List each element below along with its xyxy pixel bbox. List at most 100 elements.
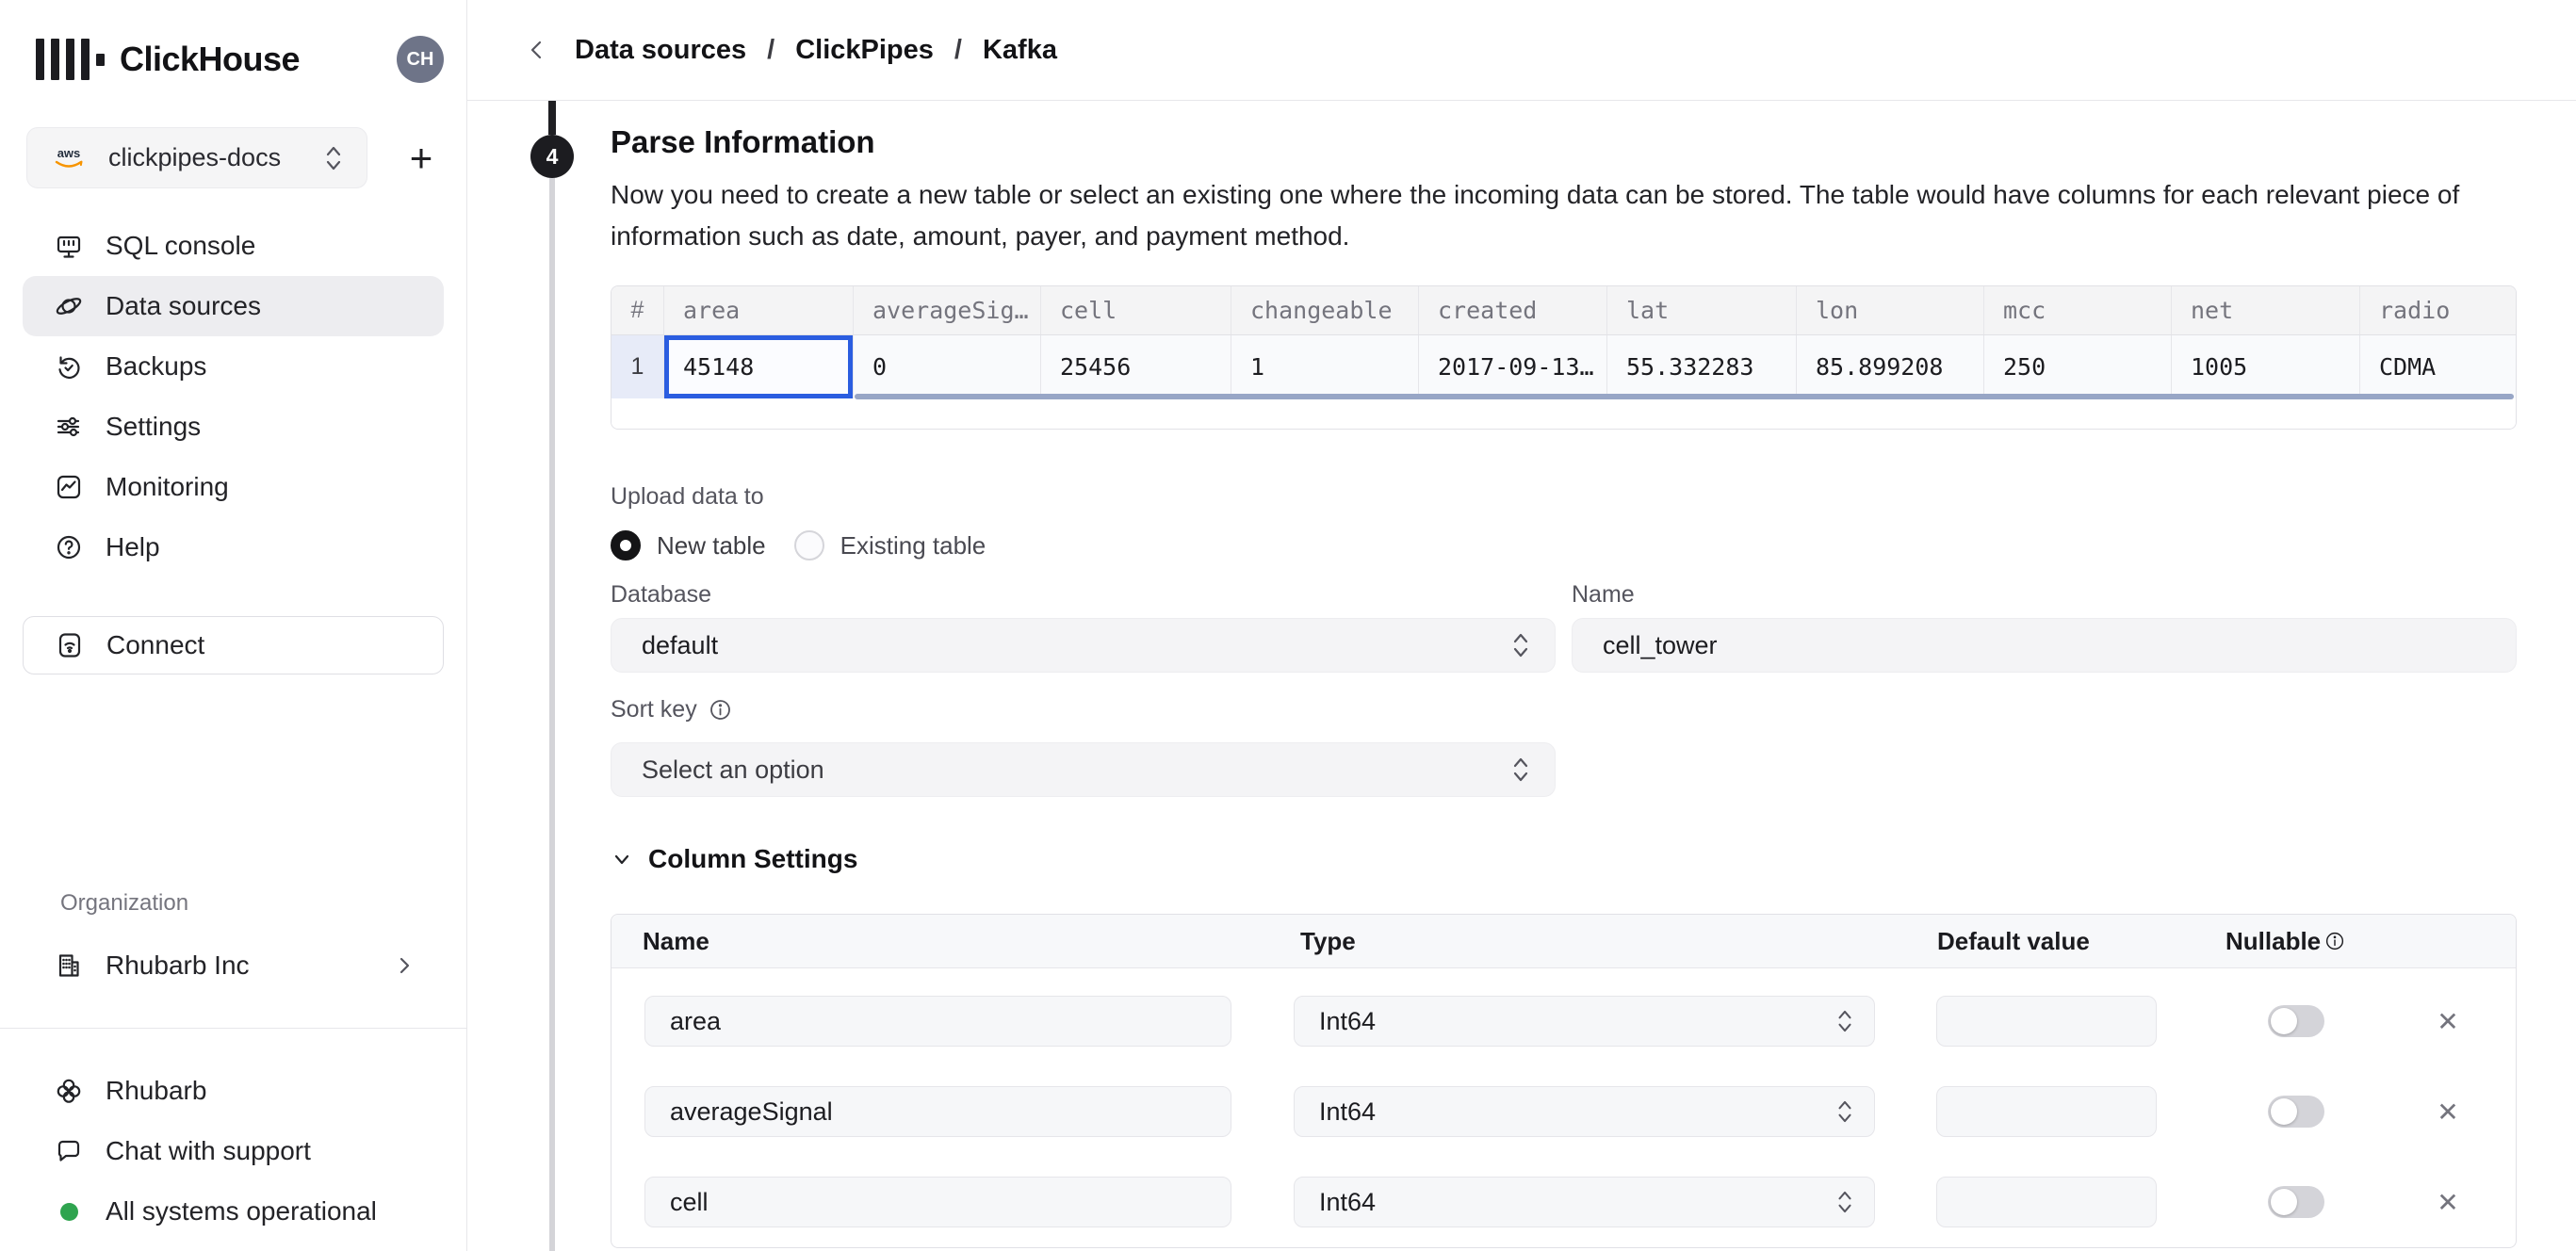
organization-switcher[interactable]: Rhubarb Inc	[23, 937, 444, 994]
preview-cell[interactable]: 85.899208	[1797, 335, 1984, 398]
default-value-input[interactable]	[1936, 1177, 2157, 1227]
back-button[interactable]	[524, 37, 550, 63]
stepper-rail-top	[548, 101, 556, 135]
column-type-select[interactable]: Int64	[1294, 1086, 1875, 1137]
sidebar-nav: SQL console Data sources Backups	[0, 216, 466, 577]
footer-item-label: Rhubarb	[106, 1076, 206, 1106]
preview-cell[interactable]: 1005	[2172, 335, 2360, 398]
column-name-input[interactable]	[644, 1086, 1231, 1137]
preview-header-cell: radio	[2360, 286, 2516, 334]
sidebar-item-settings[interactable]: Settings	[23, 397, 444, 457]
footer-item-label: All systems operational	[106, 1196, 377, 1227]
flower-icon	[54, 1076, 84, 1106]
sidebar-footer: Rhubarb Chat with support All systems op…	[0, 1061, 466, 1242]
monitoring-chart-icon	[54, 472, 84, 502]
sidebar-item-sql-console[interactable]: SQL console	[23, 216, 444, 276]
sidebar-item-label: Monitoring	[106, 472, 229, 502]
nullable-toggle-off[interactable]	[2268, 1005, 2324, 1037]
chevron-updown-icon	[1834, 1098, 1855, 1125]
radio-unselected-icon	[794, 530, 824, 561]
service-selector[interactable]: aws clickpipes-docs	[26, 127, 367, 188]
column-settings-toggle[interactable]: Column Settings	[611, 840, 2516, 878]
column-name-input[interactable]	[644, 1177, 1231, 1227]
column-row-area: Int64 ✕	[611, 976, 2516, 1066]
sidebar-item-data-sources[interactable]: Data sources	[23, 276, 444, 336]
footer-item-label: Chat with support	[106, 1136, 311, 1166]
sidebar-item-label: Backups	[106, 351, 206, 382]
sidebar-item-backups[interactable]: Backups	[23, 336, 444, 397]
default-value-input[interactable]	[1936, 1086, 2157, 1137]
sort-key-select[interactable]: Select an option	[611, 742, 1556, 797]
chevron-updown-icon	[321, 144, 346, 172]
radio-new-table[interactable]: New table	[611, 530, 766, 561]
add-service-button[interactable]: +	[399, 136, 444, 181]
preview-cell[interactable]: 1	[1231, 335, 1419, 398]
info-icon[interactable]	[709, 698, 732, 722]
header-name: Name	[611, 927, 1261, 956]
clickhouse-logo-icon	[36, 39, 105, 80]
service-row: aws clickpipes-docs +	[26, 127, 444, 188]
header-default-value: Default value	[1922, 927, 2205, 956]
footer-item-rhubarb[interactable]: Rhubarb	[23, 1061, 444, 1121]
db-name-fields: default	[611, 618, 2517, 673]
preview-cell[interactable]: 0	[854, 335, 1041, 398]
breadcrumb-kafka[interactable]: Kafka	[983, 35, 1057, 66]
column-name-input[interactable]	[644, 996, 1231, 1047]
breadcrumb-clickpipes[interactable]: ClickPipes	[795, 35, 934, 66]
column-settings-rows: Int64 ✕ Int64	[611, 968, 2516, 1247]
preview-cell[interactable]: 55.332283	[1607, 335, 1797, 398]
radio-label: Existing table	[840, 531, 986, 561]
stepper-rail-bottom	[549, 178, 555, 1251]
breadcrumb-data-sources[interactable]: Data sources	[575, 35, 746, 66]
footer-item-system-status[interactable]: All systems operational	[23, 1181, 444, 1242]
sidebar: ClickHouse CH aws clickpipes-docs +	[0, 0, 467, 1251]
radio-existing-table[interactable]: Existing table	[794, 530, 986, 561]
sidebar-item-label: Data sources	[106, 291, 261, 321]
help-icon	[54, 532, 84, 562]
preview-cell-area-selected[interactable]: 45148	[664, 335, 854, 398]
upload-target-radio-group: New table Existing table	[611, 529, 2516, 561]
remove-column-button[interactable]: ✕	[2429, 1187, 2467, 1218]
settings-sliders-icon	[54, 412, 84, 442]
preview-cell[interactable]: 2017-09-13…	[1419, 335, 1607, 398]
info-icon[interactable]	[2324, 931, 2345, 951]
database-select[interactable]: default	[611, 618, 1556, 673]
remove-column-button[interactable]: ✕	[2429, 1006, 2467, 1037]
nullable-toggle-off[interactable]	[2268, 1096, 2324, 1128]
column-type-select[interactable]: Int64	[1294, 996, 1875, 1047]
connect-button[interactable]: Connect	[23, 616, 444, 674]
data-preview-table: # area averageSig… cell changeable creat…	[611, 285, 2517, 430]
default-value-input[interactable]	[1936, 996, 2157, 1047]
preview-table-empty-area	[611, 398, 2516, 429]
preview-cell[interactable]: 25456	[1041, 335, 1231, 398]
user-avatar[interactable]: CH	[397, 36, 444, 83]
column-settings-header: Name Type Default value Nullable	[611, 915, 2516, 968]
preview-cell[interactable]: 250	[1984, 335, 2172, 398]
footer-item-chat-support[interactable]: Chat with support	[23, 1121, 444, 1181]
nullable-toggle-off[interactable]	[2268, 1186, 2324, 1218]
remove-column-button[interactable]: ✕	[2429, 1097, 2467, 1128]
sort-key-label-row: Sort key	[611, 695, 2516, 723]
sidebar-item-help[interactable]: Help	[23, 517, 444, 577]
column-type-select[interactable]: Int64	[1294, 1177, 1875, 1227]
column-type-value: Int64	[1319, 1007, 1376, 1036]
toggle-knob	[2271, 1008, 2297, 1034]
column-type-value: Int64	[1319, 1097, 1376, 1127]
sql-console-icon	[54, 231, 84, 261]
chevron-down-icon	[611, 848, 633, 870]
step-title: Parse Information	[611, 123, 2516, 161]
preview-cell[interactable]: CDMA	[2360, 335, 2516, 398]
sidebar-item-monitoring[interactable]: Monitoring	[23, 457, 444, 517]
sidebar-divider	[0, 1028, 466, 1029]
breadcrumb-separator: /	[767, 35, 774, 66]
table-name-input[interactable]	[1572, 618, 2517, 673]
database-label: Database	[611, 580, 1556, 609]
organization-name: Rhubarb Inc	[106, 950, 250, 981]
header-nullable: Nullable	[2205, 927, 2388, 956]
service-name: clickpipes-docs	[108, 143, 281, 172]
aws-icon: aws	[50, 145, 88, 171]
sidebar-item-label: Settings	[106, 412, 201, 442]
preview-header-cell: lon	[1797, 286, 1984, 334]
horizontal-scrollbar[interactable]	[855, 394, 2514, 399]
radio-selected-icon	[611, 530, 641, 561]
